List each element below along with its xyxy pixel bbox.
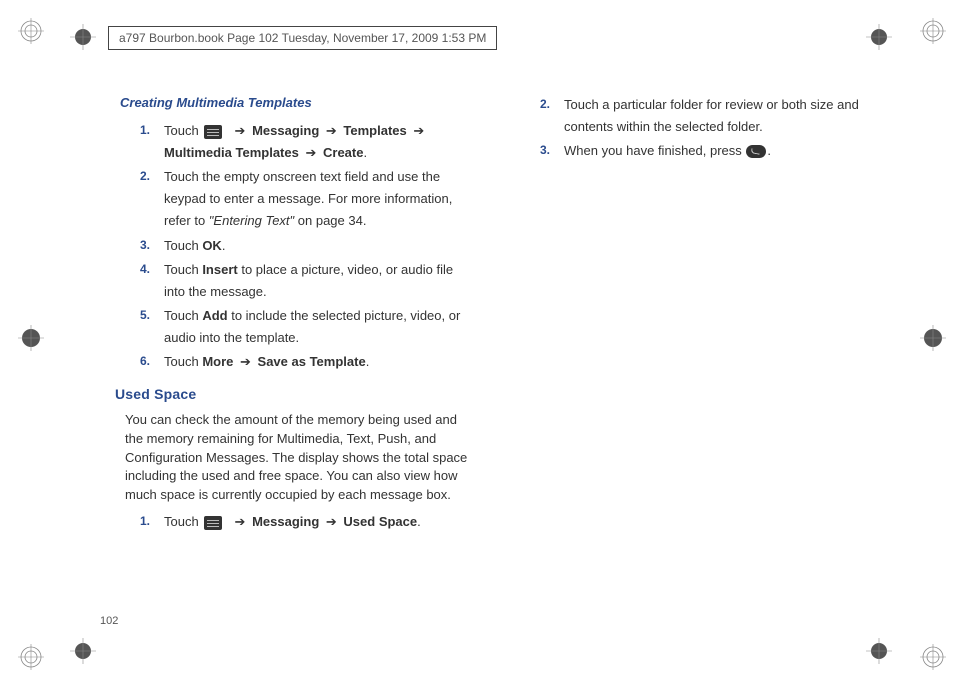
crop-mark-icon: [920, 18, 946, 44]
crop-mark-icon: [18, 18, 44, 44]
crop-mark-icon: [18, 644, 44, 670]
crop-mark-icon: [920, 644, 946, 670]
list-number: 2.: [140, 166, 164, 232]
list-number: 1.: [140, 120, 164, 164]
list-text: Touch More ➔ Save as Template.: [164, 351, 470, 373]
list-item: 1.Touch ➔ Messaging ➔ Templates ➔ Multim…: [140, 120, 470, 164]
list-number: 4.: [140, 259, 164, 303]
menu-icon: [204, 516, 222, 530]
back-icon: [746, 145, 766, 158]
list-item: 3.When you have finished, press .: [540, 140, 870, 162]
list-item: 2.Touch a particular folder for review o…: [540, 94, 870, 138]
list-text: When you have finished, press .: [564, 140, 870, 162]
list-number: 2.: [540, 94, 564, 138]
list-item: 6.Touch More ➔ Save as Template.: [140, 351, 470, 373]
section-heading-used-space: Used Space: [115, 383, 470, 407]
menu-icon: [204, 125, 222, 139]
list-item: 2.Touch the empty onscreen text field an…: [140, 166, 470, 232]
left-column: Creating Multimedia Templates 1.Touch ➔ …: [100, 92, 470, 535]
crop-mark-icon: [18, 325, 44, 351]
list-text: Touch ➔ Messaging ➔ Templates ➔ Multimed…: [164, 120, 470, 164]
list-text: Touch a particular folder for review or …: [564, 94, 870, 138]
list-item: 4.Touch Insert to place a picture, video…: [140, 259, 470, 303]
crop-mark-icon: [920, 325, 946, 351]
list-number: 3.: [540, 140, 564, 162]
section-heading-creating: Creating Multimedia Templates: [120, 92, 470, 114]
list-text: Touch OK.: [164, 235, 470, 257]
page-header-info: a797 Bourbon.book Page 102 Tuesday, Nove…: [108, 26, 497, 50]
crop-mark-icon: [866, 24, 892, 50]
list-number: 1.: [140, 511, 164, 533]
list-text: Touch Add to include the selected pictur…: [164, 305, 470, 349]
list-item: 1.Touch ➔ Messaging ➔ Used Space.: [140, 511, 470, 533]
page-content: Creating Multimedia Templates 1.Touch ➔ …: [100, 92, 870, 535]
list-number: 5.: [140, 305, 164, 349]
page-number: 102: [100, 615, 118, 627]
list-text: Touch Insert to place a picture, video, …: [164, 259, 470, 303]
list-item: 3.Touch OK.: [140, 235, 470, 257]
list-number: 3.: [140, 235, 164, 257]
used-space-description: You can check the amount of the memory b…: [125, 411, 470, 505]
crop-mark-icon: [866, 638, 892, 664]
list-text: Touch the empty onscreen text field and …: [164, 166, 470, 232]
list-number: 6.: [140, 351, 164, 373]
crop-mark-icon: [70, 638, 96, 664]
right-column: 2.Touch a particular folder for review o…: [500, 92, 870, 535]
list-item: 5.Touch Add to include the selected pict…: [140, 305, 470, 349]
crop-mark-icon: [70, 24, 96, 50]
list-text: Touch ➔ Messaging ➔ Used Space.: [164, 511, 470, 533]
